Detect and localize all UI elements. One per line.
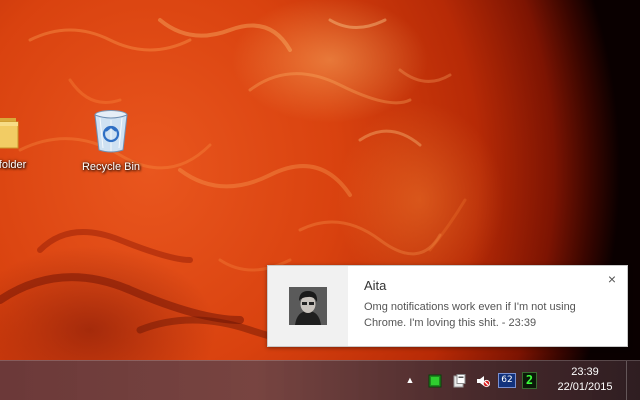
desktop-icon-new-folder[interactable]: New folder <box>0 106 35 171</box>
folder-icon <box>0 106 20 152</box>
clock-time: 23:39 <box>571 366 599 378</box>
show-desktop-button[interactable] <box>626 361 640 400</box>
desktop-icon-label: New folder <box>0 159 27 171</box>
taskbar-clock[interactable]: 23:39 22/01/2015 <box>548 365 622 395</box>
close-icon[interactable]: × <box>605 272 619 286</box>
desktop-icon-label: Recycle Bin <box>81 161 141 173</box>
chrome-notification[interactable]: Aita Omg notifications work even if I'm … <box>267 265 628 347</box>
volume-muted-icon[interactable] <box>476 374 491 388</box>
avatar <box>289 287 327 325</box>
desktop-icon-recycle-bin[interactable]: Recycle Bin <box>76 108 146 173</box>
desktop: New folder Recycle Bin <box>0 0 640 360</box>
show-hidden-icons-icon[interactable]: ▲ <box>403 373 417 387</box>
green-tray-icon[interactable] <box>428 374 442 388</box>
green-digit-icon[interactable]: 2 <box>522 372 537 389</box>
device-icon[interactable] <box>452 374 466 388</box>
clock-date: 22/01/2015 <box>557 381 613 393</box>
notification-title: Aita <box>364 278 387 293</box>
recycle-bin-icon <box>91 108 131 154</box>
taskbar: ▲ 62 2 23:39 22/01/2015 <box>0 360 640 400</box>
notification-message: Omg notifications work even if I'm not u… <box>364 301 576 329</box>
notification-image-pane <box>268 266 348 346</box>
badge-icon[interactable]: 62 <box>498 373 516 388</box>
